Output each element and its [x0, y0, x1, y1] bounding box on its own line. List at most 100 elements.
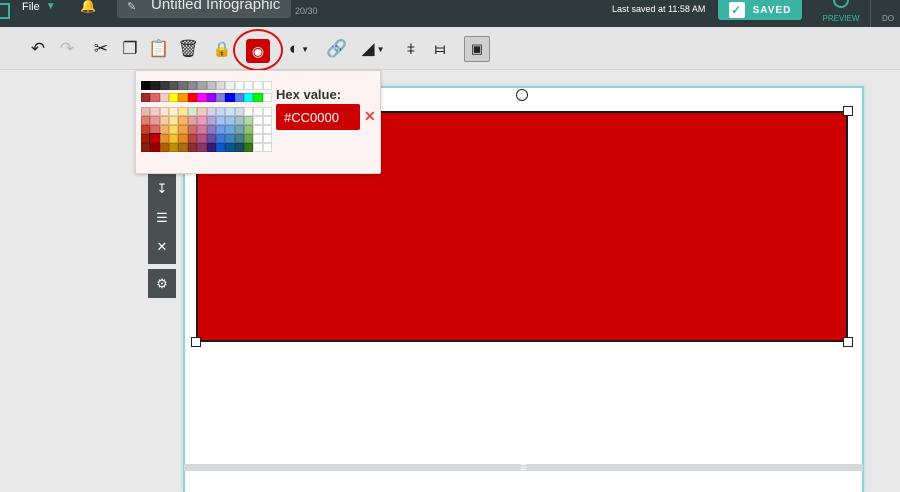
color-swatch[interactable]: [262, 134, 273, 143]
color-swatch[interactable]: [234, 143, 244, 152]
color-swatch[interactable]: [178, 143, 188, 152]
color-swatch[interactable]: [234, 125, 244, 134]
color-swatch[interactable]: [187, 107, 198, 116]
color-swatch[interactable]: [262, 93, 273, 102]
color-swatch[interactable]: [159, 125, 170, 134]
bell-icon[interactable]: 🔔: [80, 0, 96, 12]
color-swatch[interactable]: [262, 125, 273, 134]
color-swatch[interactable]: [225, 116, 235, 125]
color-swatch[interactable]: [141, 93, 151, 102]
color-swatch[interactable]: [150, 125, 160, 134]
color-swatch[interactable]: [234, 116, 244, 125]
undo-icon[interactable]: ↶: [25, 36, 51, 62]
color-swatch[interactable]: [187, 134, 198, 143]
redo-icon[interactable]: ↷: [54, 36, 80, 62]
color-swatch[interactable]: [150, 143, 160, 152]
color-swatch[interactable]: [253, 143, 263, 152]
color-swatch[interactable]: [206, 143, 216, 152]
color-swatch[interactable]: [197, 125, 207, 134]
color-swatch[interactable]: [243, 93, 254, 102]
color-swatch[interactable]: [215, 125, 226, 134]
color-swatch[interactable]: [215, 107, 226, 116]
color-swatch[interactable]: [253, 116, 263, 125]
color-swatch[interactable]: [169, 134, 179, 143]
delete-icon[interactable]: 🗑: [175, 36, 201, 62]
color-swatch[interactable]: [215, 81, 226, 90]
color-swatch[interactable]: [197, 143, 207, 152]
color-swatch[interactable]: [150, 81, 160, 90]
color-swatch[interactable]: [225, 143, 235, 152]
remove-icon[interactable]: ✕: [148, 232, 176, 261]
section-resize-handle[interactable]: ☰: [184, 464, 863, 472]
copy-icon[interactable]: ❐: [117, 36, 143, 62]
app-menu-icon[interactable]: [0, 3, 10, 19]
color-swatch[interactable]: [262, 107, 273, 116]
color-swatch[interactable]: [141, 116, 151, 125]
color-swatch[interactable]: [150, 107, 160, 116]
color-swatch[interactable]: [141, 107, 151, 116]
color-swatch[interactable]: [159, 143, 170, 152]
color-swatch[interactable]: [253, 107, 263, 116]
color-swatch[interactable]: [197, 93, 207, 102]
color-swatch[interactable]: [225, 93, 235, 102]
color-swatch[interactable]: [159, 93, 170, 102]
color-swatch[interactable]: [234, 81, 244, 90]
color-swatch[interactable]: [206, 93, 216, 102]
color-swatch[interactable]: [197, 134, 207, 143]
color-swatch[interactable]: [178, 116, 188, 125]
download-button[interactable]: DO: [882, 14, 894, 23]
color-swatch-selected[interactable]: [149, 133, 161, 144]
color-swatch[interactable]: [169, 125, 179, 134]
color-swatch[interactable]: [243, 116, 254, 125]
color-swatch[interactable]: [253, 93, 263, 102]
color-swatch[interactable]: [215, 134, 226, 143]
color-swatch[interactable]: [187, 93, 198, 102]
color-swatch[interactable]: [243, 81, 254, 90]
color-swatch[interactable]: [243, 134, 254, 143]
border-icon[interactable]: ◢ ▼: [356, 36, 390, 62]
saved-button[interactable]: ✓ SAVED: [718, 0, 802, 20]
color-swatch[interactable]: [197, 107, 207, 116]
color-swatch[interactable]: [206, 125, 216, 134]
close-icon[interactable]: ✕: [364, 108, 376, 125]
send-backward-icon[interactable]: ↧: [148, 174, 176, 203]
color-swatch[interactable]: [169, 116, 179, 125]
color-swatch[interactable]: [141, 125, 151, 134]
color-swatch[interactable]: [234, 93, 244, 102]
color-swatch[interactable]: [206, 116, 216, 125]
color-swatch[interactable]: [178, 81, 188, 90]
color-swatch[interactable]: [141, 134, 151, 143]
rotate-handle[interactable]: [516, 89, 528, 101]
color-swatch[interactable]: [225, 134, 235, 143]
cut-icon[interactable]: ✂: [88, 36, 114, 62]
resize-handle-top-right[interactable]: [843, 106, 853, 116]
color-swatch[interactable]: [253, 125, 263, 134]
color-swatch[interactable]: [150, 93, 160, 102]
align-icon[interactable]: ▣: [464, 36, 490, 62]
color-swatch[interactable]: [178, 134, 188, 143]
color-swatch[interactable]: [262, 81, 273, 90]
color-swatch[interactable]: [225, 107, 235, 116]
color-swatch[interactable]: [206, 134, 216, 143]
opacity-icon[interactable]: ◐ ▼: [282, 36, 316, 62]
color-swatch[interactable]: [141, 143, 151, 152]
color-swatch[interactable]: [253, 134, 263, 143]
color-swatch[interactable]: [150, 116, 160, 125]
layers-icon[interactable]: ☰: [148, 203, 176, 232]
color-swatch[interactable]: [206, 81, 216, 90]
color-swatch[interactable]: [141, 81, 151, 90]
color-swatch[interactable]: [206, 107, 216, 116]
color-swatch[interactable]: [243, 125, 254, 134]
flip-vertical-icon[interactable]: ⧦: [427, 36, 453, 62]
color-swatch[interactable]: [169, 93, 179, 102]
paste-icon[interactable]: 📋: [146, 36, 172, 62]
color-swatch[interactable]: [262, 143, 273, 152]
color-swatch[interactable]: [169, 81, 179, 90]
title-field[interactable]: ✎ Untitled Infographic: [117, 0, 291, 18]
color-swatch[interactable]: [234, 107, 244, 116]
color-swatch[interactable]: [243, 107, 254, 116]
color-swatch[interactable]: [243, 143, 254, 152]
file-menu[interactable]: File ▼: [22, 0, 56, 14]
color-swatch[interactable]: [159, 116, 170, 125]
hex-input[interactable]: [276, 104, 360, 130]
